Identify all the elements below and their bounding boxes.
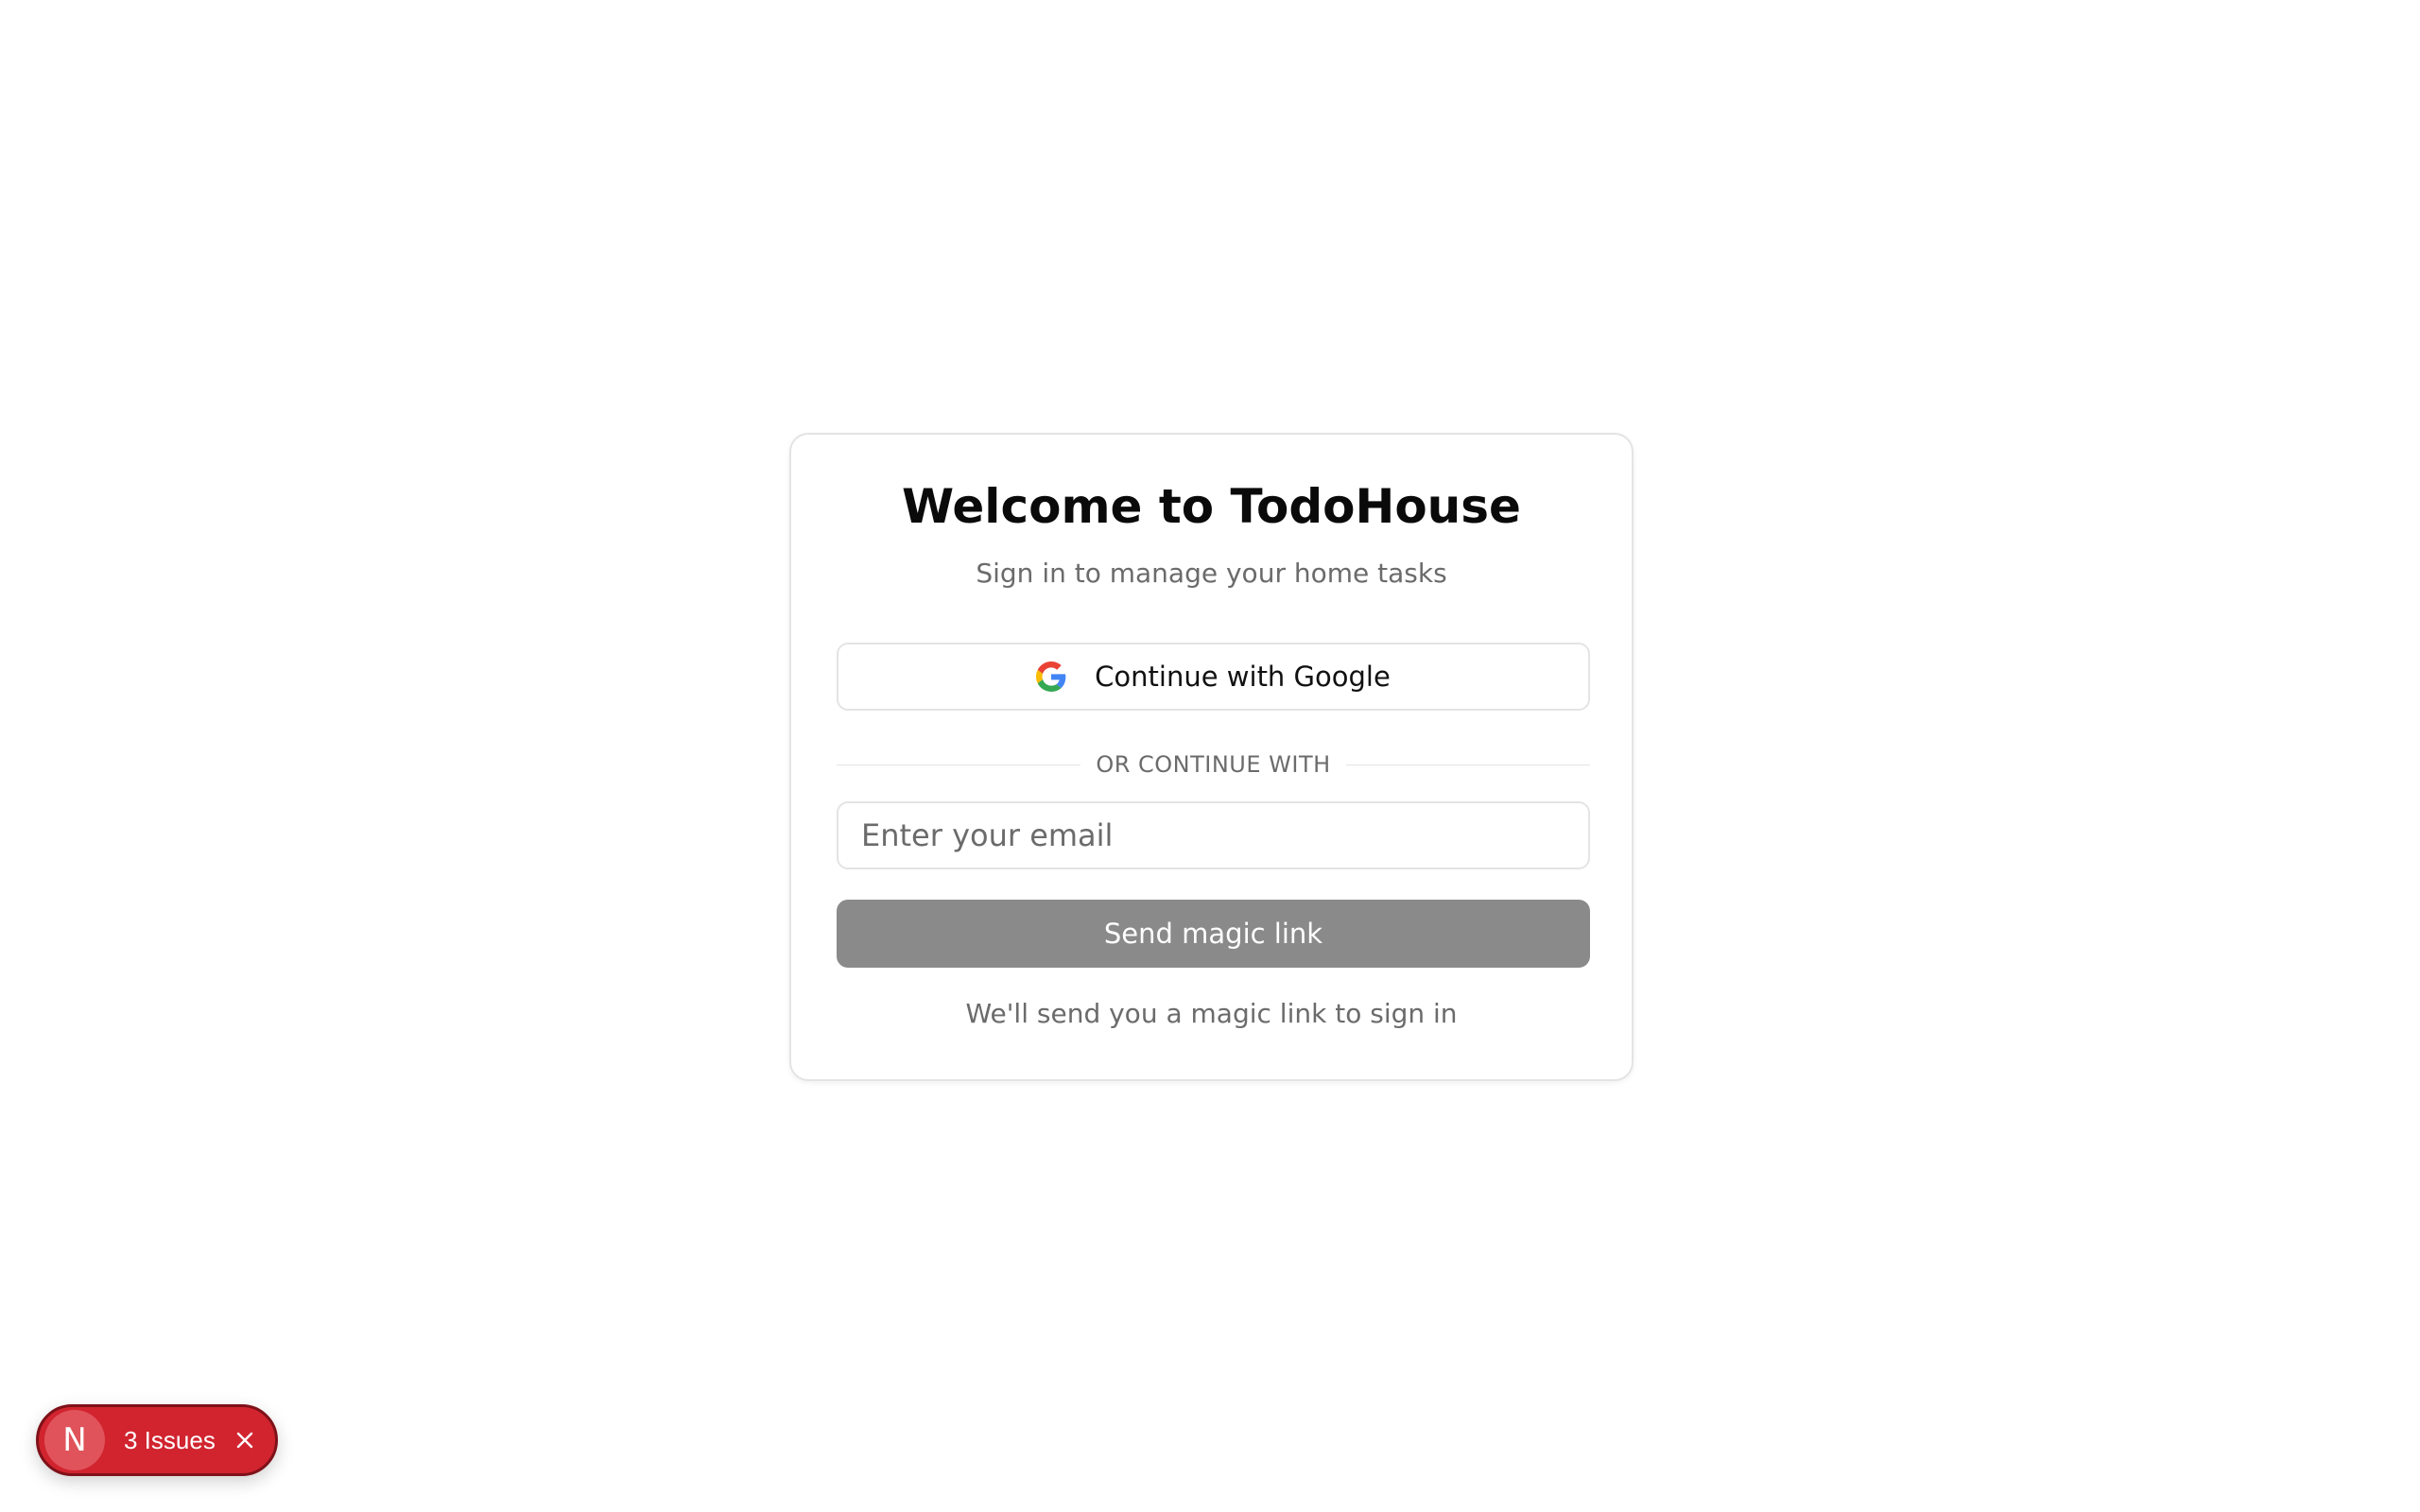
magic-link-hint: We'll send you a magic link to sign in xyxy=(965,998,1458,1029)
continue-with-google-button[interactable]: Continue with Google xyxy=(837,643,1590,711)
close-icon[interactable] xyxy=(233,1428,257,1452)
page-title: Welcome to TodoHouse xyxy=(902,479,1521,534)
page-subtitle: Sign in to manage your home tasks xyxy=(976,558,1447,589)
or-divider: OR CONTINUE WITH xyxy=(837,750,1590,779)
google-g-icon xyxy=(1036,662,1066,692)
send-magic-link-button[interactable]: Send magic link xyxy=(837,900,1590,968)
email-input[interactable] xyxy=(837,801,1590,869)
google-button-label: Continue with Google xyxy=(1095,661,1391,693)
page: Welcome to TodoHouse Sign in to manage y… xyxy=(0,0,2420,1512)
dev-issues-indicator[interactable]: N 3 Issues xyxy=(36,1404,278,1476)
nextjs-logo-badge[interactable]: N xyxy=(44,1410,105,1470)
issues-count-label[interactable]: 3 Issues xyxy=(124,1426,216,1455)
login-card: Welcome to TodoHouse Sign in to manage y… xyxy=(789,433,1634,1081)
divider-text: OR CONTINUE WITH xyxy=(1096,751,1331,778)
